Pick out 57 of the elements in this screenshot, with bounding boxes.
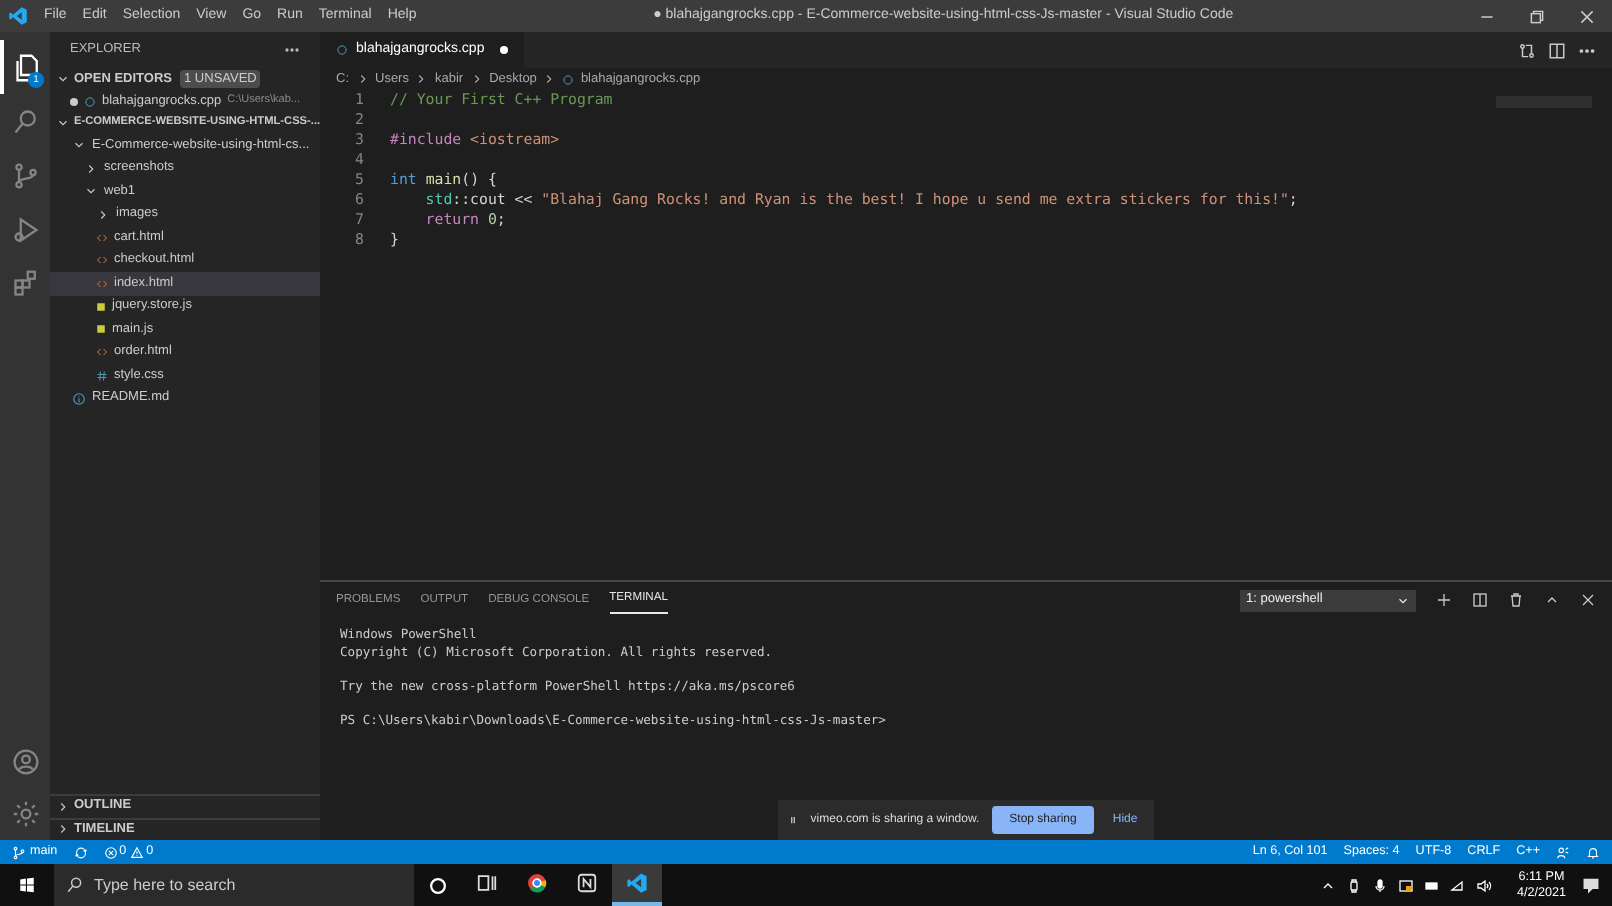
settings-icon[interactable]	[11, 800, 39, 828]
chevron-down-icon	[84, 184, 98, 199]
watch-icon[interactable]	[1346, 877, 1363, 893]
task-view-icon	[476, 872, 498, 894]
battery-icon[interactable]	[1424, 877, 1441, 893]
info-icon	[72, 391, 86, 406]
close-icon[interactable]	[1578, 7, 1596, 25]
extensions-icon	[11, 269, 39, 297]
vscode-icon	[626, 872, 648, 894]
code-file-icon	[96, 277, 108, 290]
split-icon[interactable]	[1472, 592, 1488, 608]
js-file-icon	[96, 301, 106, 312]
code-file-icon	[96, 346, 108, 359]
chevron-down-icon	[1396, 593, 1410, 607]
taskbar-search-field[interactable]: Type here to search	[94, 864, 414, 906]
cpp-file-icon	[84, 95, 96, 107]
cpp-file-icon	[336, 44, 348, 56]
chevron-right-icon	[96, 207, 110, 222]
plus-icon[interactable]	[1436, 592, 1452, 608]
search-icon	[66, 876, 84, 894]
branch-icon	[11, 161, 39, 189]
error-icon	[103, 845, 118, 859]
wifi-icon[interactable]	[1450, 877, 1467, 893]
branch-icon	[12, 845, 26, 859]
chevron-up-icon[interactable]	[1544, 592, 1560, 608]
code-file-icon	[96, 254, 108, 267]
pause-icon	[788, 814, 799, 826]
compare-icon[interactable]	[1518, 41, 1536, 59]
sync-icon[interactable]	[73, 845, 88, 859]
restore-icon[interactable]	[1528, 7, 1546, 25]
notifications-icon[interactable]	[1582, 876, 1600, 894]
chevron-right-icon	[542, 72, 557, 86]
browser-icon	[526, 872, 548, 894]
warning-icon	[130, 845, 145, 859]
close-icon[interactable]	[1580, 592, 1596, 608]
chevron-right-icon	[414, 72, 429, 86]
files-icon	[13, 53, 41, 81]
chevron-right-icon	[84, 161, 98, 176]
code-file-icon	[96, 231, 108, 244]
chevron-down-icon	[56, 72, 70, 86]
search-icon	[11, 107, 39, 135]
volume-icon[interactable]	[1476, 877, 1493, 893]
trash-icon[interactable]	[1508, 592, 1524, 608]
feedback-icon[interactable]	[1556, 845, 1570, 859]
bell-icon[interactable]	[1586, 845, 1600, 859]
account-icon[interactable]	[11, 748, 39, 776]
split-editor-icon[interactable]	[1548, 41, 1566, 59]
cortana-circle-icon[interactable]	[428, 875, 448, 895]
chevron-right-icon	[355, 72, 369, 86]
cpp-file-icon	[562, 73, 575, 85]
hash-icon	[96, 369, 108, 382]
js-file-icon	[96, 324, 106, 335]
play-icon	[11, 215, 39, 243]
chevron-right-icon	[469, 72, 484, 86]
microphone-icon[interactable]	[1372, 877, 1389, 893]
windows-start-icon[interactable]	[18, 876, 36, 894]
vscode-logo-icon	[8, 6, 28, 26]
